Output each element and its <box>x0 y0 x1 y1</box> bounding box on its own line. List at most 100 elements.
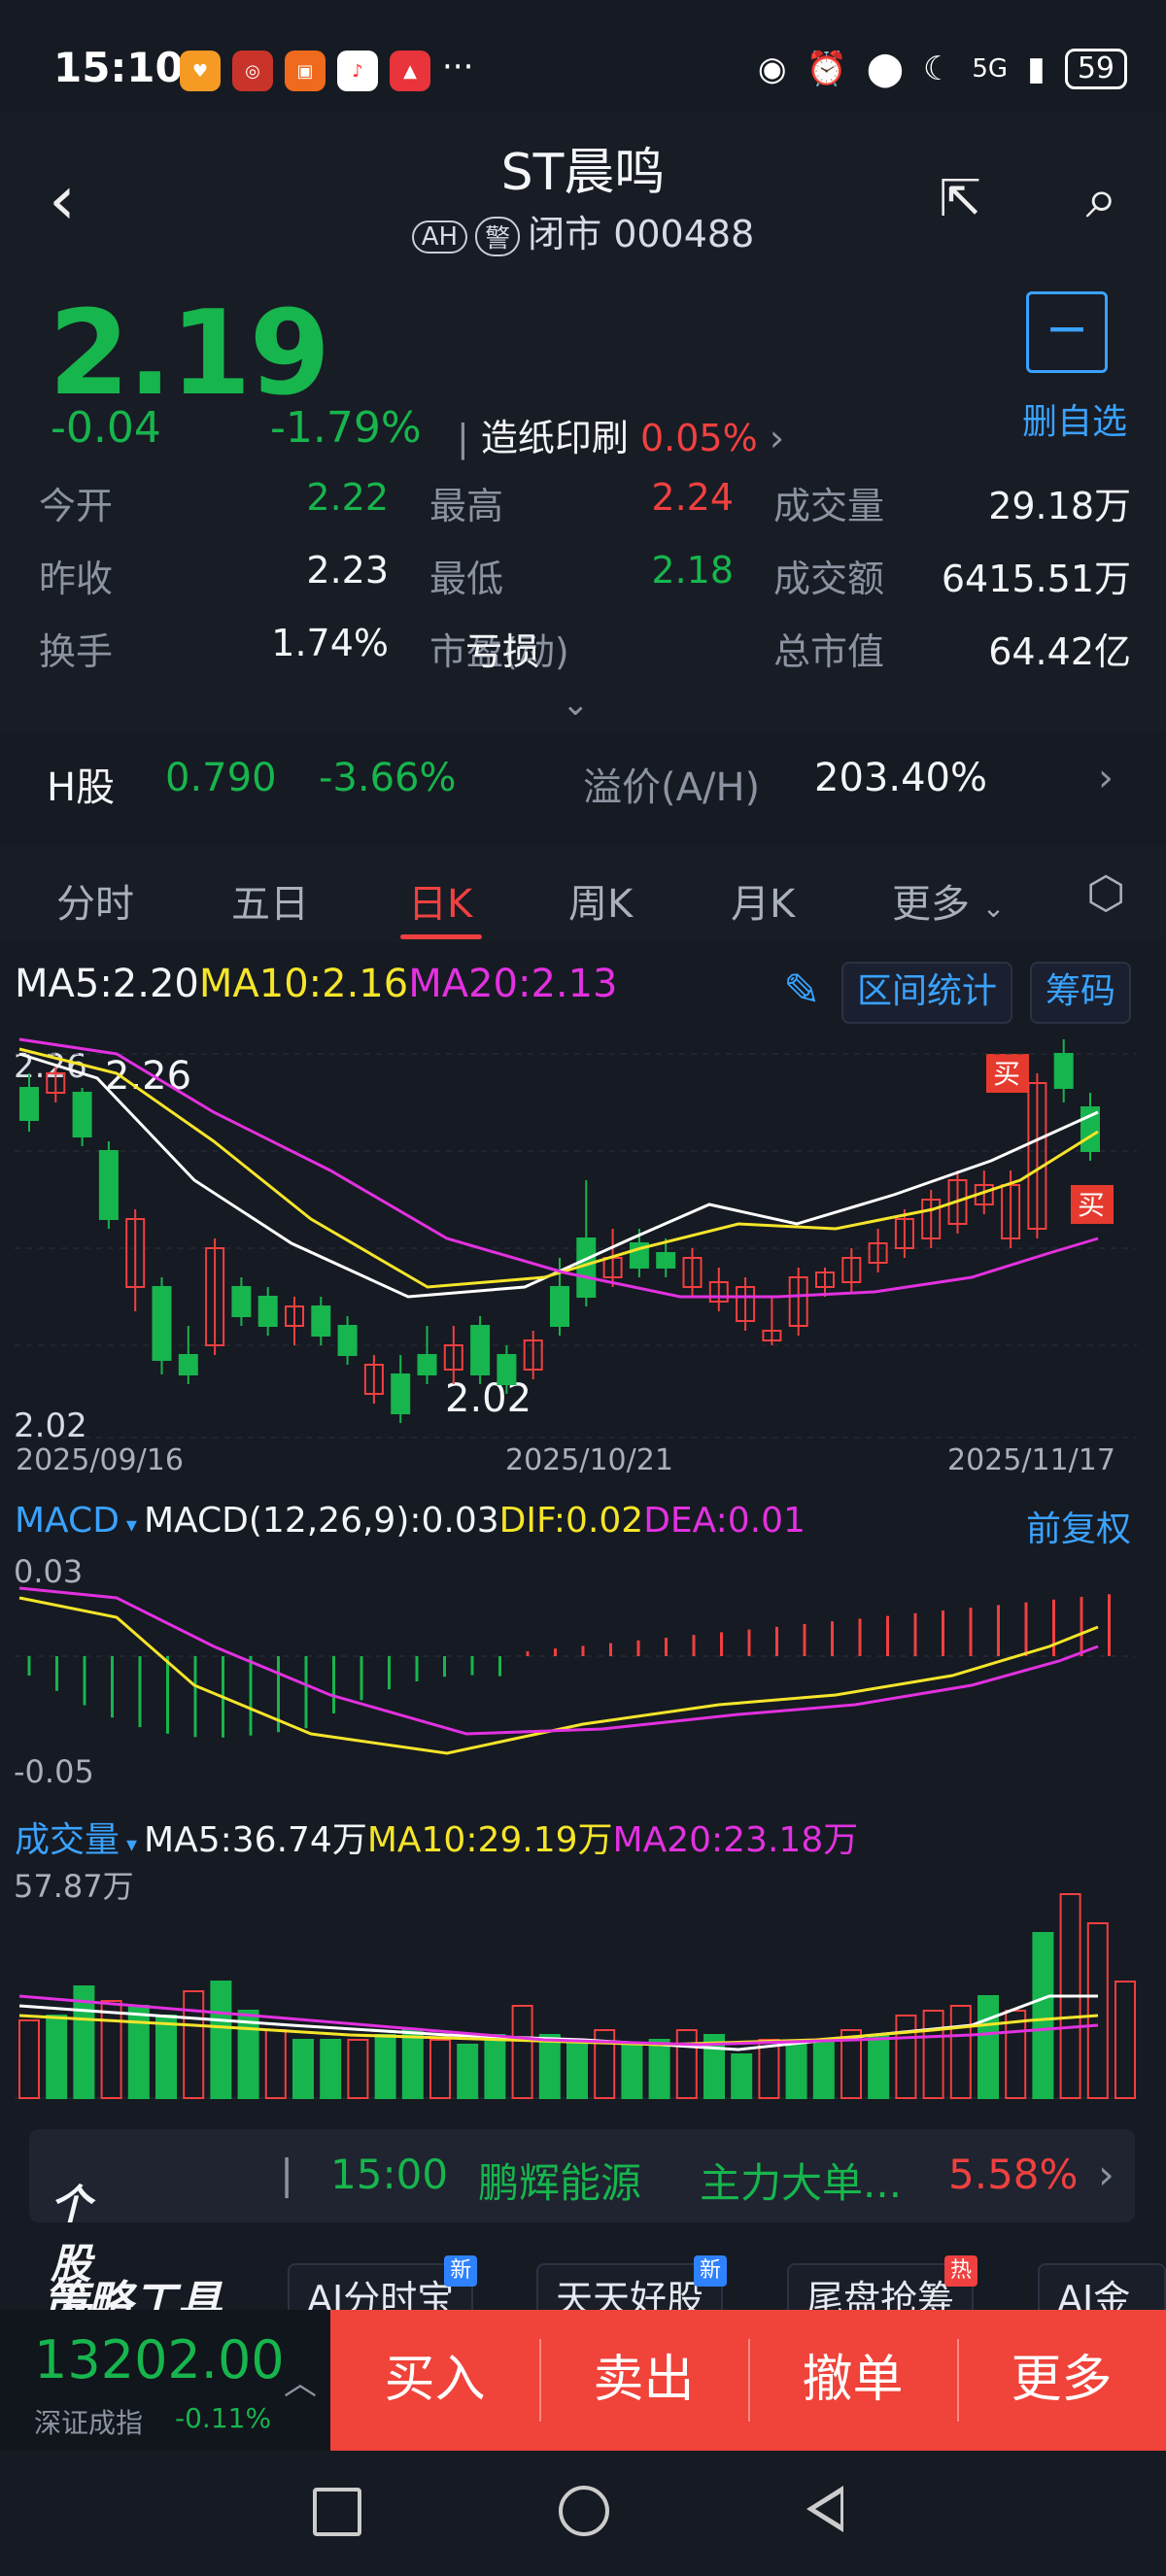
ma20-value: MA20:2.13 <box>408 962 618 1006</box>
settings-icon[interactable]: ⬡ <box>1086 866 1125 919</box>
volume-bar <box>1086 1922 1109 2099</box>
stat-label: 成交量 <box>773 485 885 527</box>
range-stats-button[interactable]: 区间统计 <box>841 962 1013 1024</box>
divider: | <box>280 2151 294 2198</box>
candle <box>19 1087 39 1121</box>
active-tab-indicator <box>400 934 482 939</box>
date-label: 2025/10/21 <box>505 1443 673 1477</box>
tab-more[interactable]: 更多 ⌄ <box>892 872 1005 929</box>
market-state: 闭市 000488 <box>528 213 755 255</box>
volume-bar <box>812 2039 835 2099</box>
macd-dif: DIF:0.02 <box>498 1501 644 1541</box>
volume-bar <box>100 2000 122 2099</box>
kline-chart[interactable]: 2.26 2.02 2.26 2.02 2025/09/16 2025/10/2… <box>0 1034 1166 1501</box>
volume-chart[interactable]: 57.87万 <box>0 1860 1166 2103</box>
candle <box>470 1325 491 1375</box>
volume-bar <box>347 2039 369 2099</box>
price-change: -0.04 <box>51 403 161 453</box>
ma10-value: MA10:2.16 <box>198 962 409 1006</box>
tool-label: AI金股 <box>1057 2278 1131 2312</box>
tab-daily-k[interactable]: 日K <box>408 872 472 929</box>
tab-weekly-k[interactable]: 周K <box>568 872 633 929</box>
warning-badge: 警 <box>475 217 521 256</box>
volume-legend: 成交量 ▾ MA5:36.74万MA10:29.19万MA20:23.18万 <box>15 1812 858 1862</box>
volume-bar <box>538 2034 561 2099</box>
tool-ai-gold[interactable]: AI金股 <box>1038 2263 1166 2312</box>
candle <box>1053 1053 1074 1089</box>
macd-top-label: 0.03 <box>14 1553 83 1590</box>
network-label: 5G <box>972 54 1009 84</box>
volume-ma20: MA20:23.18万 <box>612 1820 859 1860</box>
stat-value: 64.42亿 <box>988 630 1131 673</box>
chevron-up-icon[interactable]: ︿ <box>284 2356 317 2404</box>
volume-bar <box>1115 1981 1136 2099</box>
app-finance-icon: ◎ <box>232 51 273 91</box>
volume-selector[interactable]: 成交量 <box>15 1820 120 1860</box>
macd-selector[interactable]: MACD <box>15 1501 120 1541</box>
recent-apps-icon[interactable] <box>313 2488 361 2536</box>
stat-value: 2.23 <box>306 549 389 592</box>
alarm-icon: ⏰ <box>806 50 847 88</box>
remove-watchlist-icon[interactable]: − <box>1026 291 1108 373</box>
volume-bar <box>183 1990 205 2099</box>
stat-value: 6415.51万 <box>941 558 1131 600</box>
price-change-pct: -1.79% <box>270 403 422 453</box>
stat-label: 总市值 <box>773 630 885 673</box>
stock-header: ‹ ST晨鸣 AH 警闭市 000488 ⇱ ⌕ <box>0 112 1166 267</box>
candle <box>311 1305 331 1337</box>
index-value[interactable]: 13202.00 <box>34 2329 285 2390</box>
macd-dea: DEA:0.01 <box>643 1501 806 1541</box>
cancel-order-button[interactable]: 撤单 <box>748 2310 957 2451</box>
battery-level: 59 <box>1064 49 1127 89</box>
tab-five-day[interactable]: 五日 <box>231 872 309 929</box>
stat-label: 成交额 <box>773 558 885 600</box>
candle <box>337 1325 358 1356</box>
hot-badge: 热 <box>944 2255 978 2287</box>
kline-max-label: 2.26 <box>14 1047 87 1086</box>
date-label: 2025/11/17 <box>947 1443 1115 1477</box>
ah-badge: AH <box>411 220 468 254</box>
tool-ai-timeshare[interactable]: AI分时宝新 <box>288 2255 478 2312</box>
stock-alert-strip[interactable]: 个股异动 | 15:00 鹏辉能源 主力大单... 5.58% › <box>29 2129 1135 2406</box>
stat-label: 换手 <box>39 630 114 673</box>
remove-watchlist-label[interactable]: 删自选 <box>1022 393 1127 444</box>
index-name: 深证成指 <box>34 2407 144 2439</box>
moon-icon: ☾ <box>922 50 953 88</box>
volume-max-label: 57.87万 <box>14 1868 134 1905</box>
volume-bar <box>758 2039 780 2099</box>
candle <box>497 1354 517 1385</box>
share-icon[interactable]: ⇱ <box>939 170 981 228</box>
candle <box>98 1150 119 1220</box>
pencil-icon[interactable]: ✎ <box>783 964 821 1016</box>
premium-value: 203.40% <box>814 756 987 800</box>
status-right: ◉ ⏰ ⬤ ☾ 5G ▮ 59 <box>758 49 1127 89</box>
more-trade-button[interactable]: 更多 <box>957 2310 1166 2451</box>
stock-title: ST晨鸣 <box>500 144 666 202</box>
strategy-tools: 策略工具 AI分时宝新 天天好股新 尾盘抢筹热 AI金股 <box>0 2254 1166 2312</box>
chips-button[interactable]: 筹码 <box>1030 962 1132 1024</box>
more-notifications-icon: ··· <box>442 48 474 86</box>
search-icon[interactable]: ⌕ <box>1086 165 1117 232</box>
back-nav-icon[interactable] <box>806 2486 843 2532</box>
volume-bar <box>868 2034 890 2099</box>
sector-link[interactable]: | 造纸印刷 0.05% › <box>457 408 784 461</box>
volume-bar <box>320 2039 342 2099</box>
tool-daily-picks[interactable]: 天天好股新 <box>536 2255 728 2312</box>
home-icon[interactable] <box>559 2486 609 2536</box>
buy-button[interactable]: 买入 <box>330 2310 539 2451</box>
macd-chart[interactable]: 0.03 -0.05 <box>0 1549 1166 1792</box>
stat-label: 今开 <box>39 485 114 527</box>
volume-bar <box>648 2039 670 2099</box>
h-share-row[interactable]: H股 0.790 -3.66% 溢价(A/H) 203.40% › <box>0 738 1166 826</box>
expand-chevron-icon[interactable]: ⌄ <box>562 685 590 724</box>
tab-intraday[interactable]: 分时 <box>56 872 134 929</box>
tab-monthly-k[interactable]: 月K <box>731 872 795 929</box>
new-badge: 新 <box>444 2255 478 2287</box>
sell-button[interactable]: 卖出 <box>539 2310 748 2451</box>
adjust-button[interactable]: 前复权 <box>1026 1501 1131 1551</box>
volume-bar <box>374 2034 396 2099</box>
tool-closing-rush[interactable]: 尾盘抢筹热 <box>787 2255 978 2312</box>
stock-subtitle: AH 警闭市 000488 <box>0 204 1166 257</box>
volume-bar <box>1032 1932 1054 2099</box>
volume-bar <box>895 2015 917 2099</box>
